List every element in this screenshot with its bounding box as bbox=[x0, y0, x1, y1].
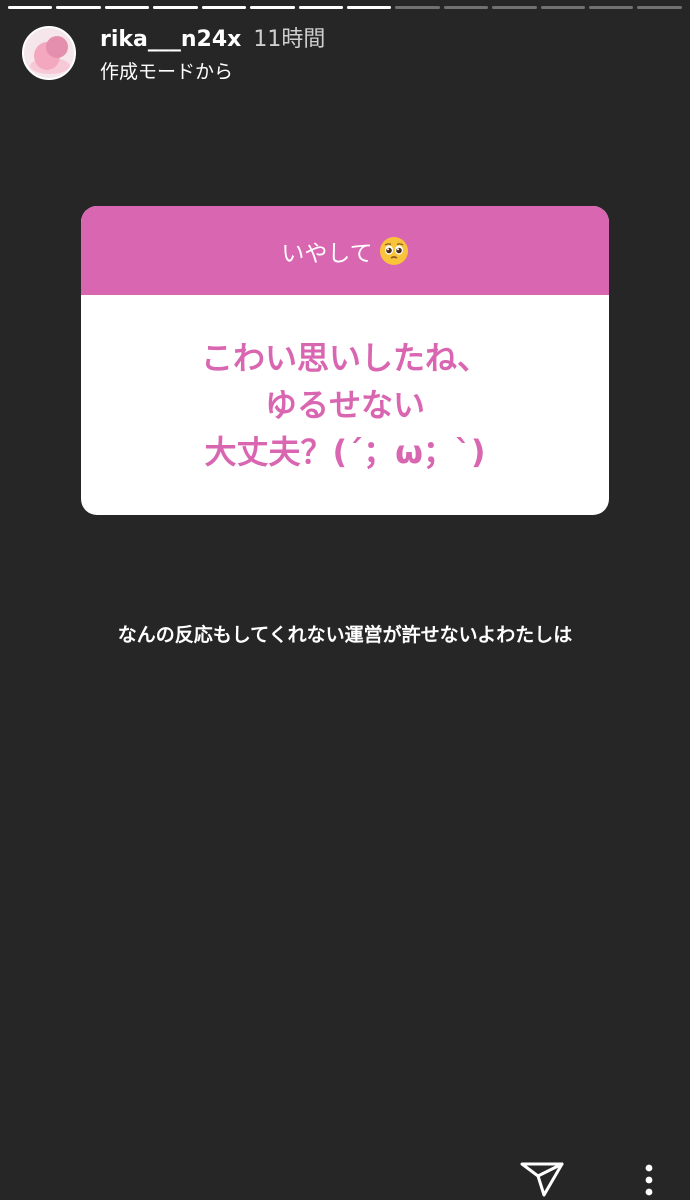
paper-plane-icon[interactable] bbox=[518, 1158, 566, 1198]
question-answer: こわい思いしたね、 ゆるせない 大丈夫？(´；ω；`) bbox=[81, 295, 609, 515]
question-sticker-header: いやして bbox=[81, 206, 609, 295]
post-time: 11時間 bbox=[253, 27, 326, 52]
story-progress-segment bbox=[8, 6, 53, 9]
story-progress-segment bbox=[540, 6, 586, 9]
answer-line: 大丈夫？(´；ω；`) bbox=[204, 432, 486, 471]
answer-line: ゆるせない bbox=[264, 385, 425, 424]
story-caption: なんの反応もしてくれない運営が許せないよわたしは bbox=[117, 624, 573, 646]
story-progress-segment bbox=[395, 6, 440, 9]
story-progress-segment bbox=[201, 6, 247, 9]
username[interactable]: rika___n24x bbox=[100, 27, 241, 52]
pleading-face-icon bbox=[379, 236, 408, 265]
story-progress-segment bbox=[443, 6, 489, 9]
avatar[interactable] bbox=[22, 26, 76, 80]
story-user-info: rika___n24x 11時間 bbox=[100, 26, 325, 54]
story-progress-segment bbox=[637, 6, 682, 9]
story-progress-segment bbox=[589, 6, 634, 9]
story-progress-segment bbox=[298, 6, 343, 9]
story-progress-segment bbox=[56, 6, 101, 9]
story-progress-segment bbox=[250, 6, 295, 9]
story-progress-segment bbox=[104, 6, 150, 9]
story-progress-segment bbox=[492, 6, 537, 9]
story-progress-bar bbox=[8, 6, 682, 10]
story-subtitle: 作成モードから bbox=[100, 61, 234, 83]
question-sticker[interactable]: いやして こわい思いしたね、 ゆるせない 大丈夫？(´；ω；`) bbox=[81, 206, 609, 515]
story-progress-segment bbox=[153, 6, 198, 9]
answer-line: こわい思いしたね、 bbox=[200, 338, 489, 377]
story-progress-segment bbox=[346, 6, 392, 9]
question-prompt: いやして bbox=[281, 240, 373, 267]
more-vertical-icon[interactable] bbox=[636, 1162, 662, 1198]
